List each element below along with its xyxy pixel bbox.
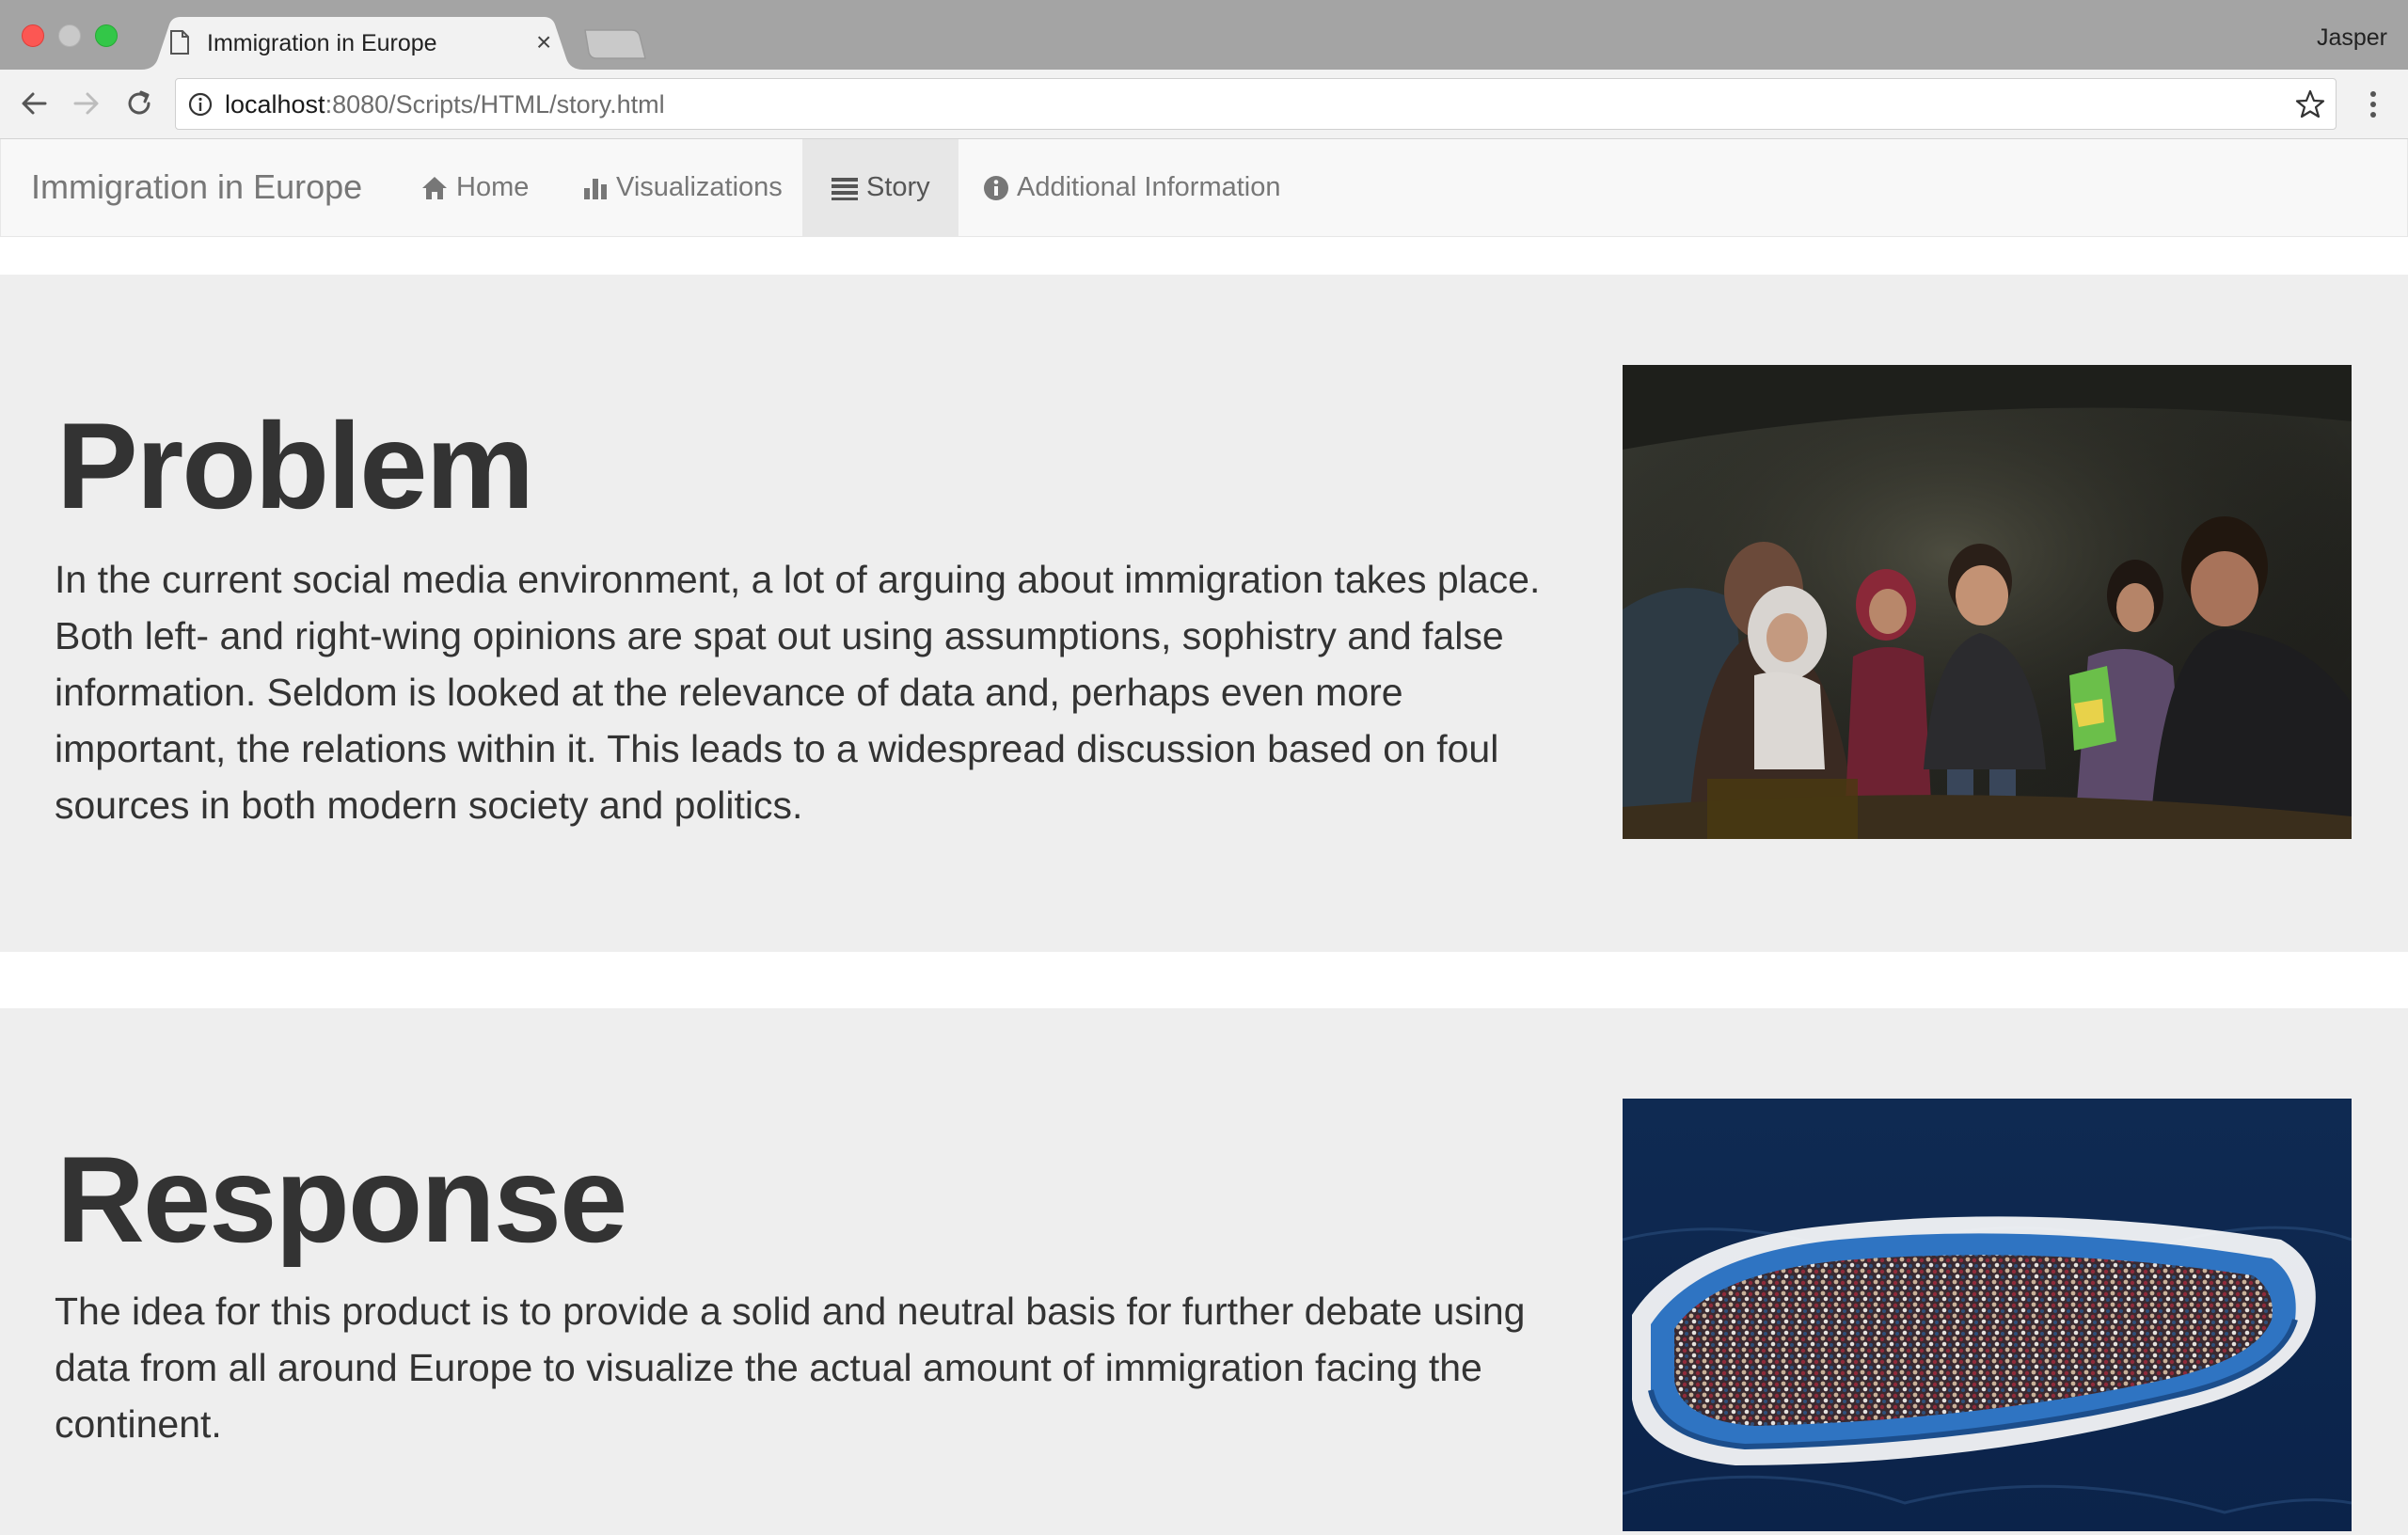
close-window-button[interactable] xyxy=(22,24,44,47)
url-text: localhost:8080/Scripts/HTML/story.html xyxy=(225,90,665,119)
browser-tab-active[interactable]: Immigration in Europe × xyxy=(141,17,583,70)
bookmark-star-icon[interactable] xyxy=(2294,88,2326,125)
nav-item-label: Additional Information xyxy=(1017,172,1281,202)
nav-item-label: Visualizations xyxy=(616,172,783,202)
site-info-icon[interactable] xyxy=(187,91,214,122)
new-tab-button[interactable] xyxy=(583,28,649,60)
migrant-boat-image xyxy=(1623,1099,2352,1531)
profile-name[interactable]: Jasper xyxy=(2317,24,2387,52)
nav-item-label: Story xyxy=(866,172,930,202)
bar-chart-icon xyxy=(584,178,607,199)
navbar-brand[interactable]: Immigration in Europe xyxy=(31,167,362,207)
forward-arrow-icon[interactable] xyxy=(68,85,105,122)
reload-icon[interactable] xyxy=(120,85,158,122)
tab-title: Immigration in Europe xyxy=(207,30,437,56)
url-host: localhost xyxy=(225,90,325,119)
minimize-window-button[interactable] xyxy=(58,24,81,47)
migrant-boat-aerial-photo xyxy=(1623,1099,2352,1531)
response-text: The idea for this product is to provide … xyxy=(55,1290,1526,1446)
address-bar[interactable]: localhost:8080/Scripts/HTML/story.html xyxy=(175,78,2337,130)
refugee-family-image xyxy=(1623,365,2352,839)
nav-item-visualizations[interactable]: Visualizations xyxy=(554,139,811,236)
nav-item-home[interactable]: Home xyxy=(392,139,557,236)
browser-menu-icon[interactable] xyxy=(2361,88,2385,125)
response-heading: Response xyxy=(56,1131,627,1268)
problem-section: Problem In the current social media envi… xyxy=(0,275,2408,952)
tab-close-icon[interactable]: × xyxy=(536,29,551,55)
refugee-family-photo xyxy=(1623,365,2352,839)
url-path: :8080/Scripts/HTML/story.html xyxy=(325,90,665,119)
response-section: Response The idea for this product is to… xyxy=(0,1008,2408,1535)
home-icon xyxy=(422,176,447,199)
nav-item-label: Home xyxy=(456,172,530,202)
nav-item-additional-information[interactable]: Additional Information xyxy=(955,139,1309,236)
browser-tab-strip: Immigration in Europe × Jasper xyxy=(0,0,2408,70)
info-circle-icon xyxy=(984,175,1008,200)
back-arrow-icon[interactable] xyxy=(15,85,53,122)
document-icon xyxy=(169,30,190,59)
nav-item-story[interactable]: Story xyxy=(802,139,958,236)
site-navbar: Immigration in Europe Home Visualization… xyxy=(0,139,2408,237)
browser-toolbar: localhost:8080/Scripts/HTML/story.html xyxy=(0,70,2408,139)
list-icon xyxy=(832,177,858,200)
problem-text: In the current social media environment,… xyxy=(55,558,1541,827)
problem-heading: Problem xyxy=(56,397,534,534)
maximize-window-button[interactable] xyxy=(95,24,118,47)
